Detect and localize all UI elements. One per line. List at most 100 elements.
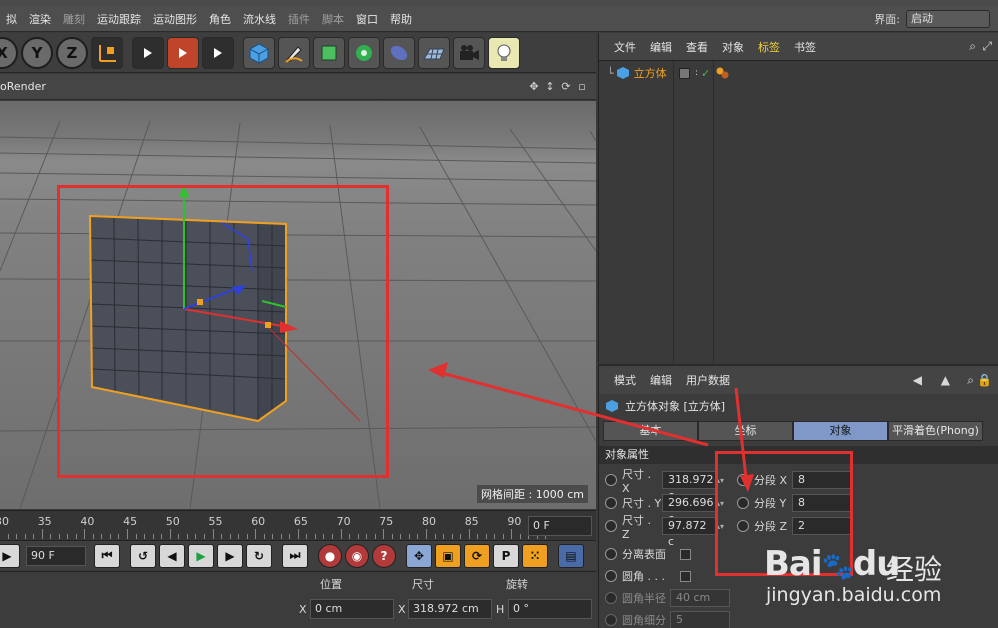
current-frame-field[interactable]: 0 F [528, 516, 592, 536]
record-parameter-button[interactable]: P [493, 543, 519, 568]
om-menu-edit[interactable]: 编辑 [643, 39, 679, 55]
menu-item-motion-tracking[interactable]: 运动跟踪 [91, 11, 147, 27]
menu-item-character[interactable]: 角色 [203, 11, 237, 27]
render-view-button[interactable] [132, 36, 164, 69]
x-axis-lock-button[interactable]: X [0, 36, 18, 69]
mograph-cloner-button[interactable] [348, 36, 380, 69]
render-picture-viewer-button[interactable] [167, 36, 199, 69]
animate-radio[interactable] [605, 548, 617, 560]
menu-item-pipeline[interactable]: 流水线 [237, 11, 282, 27]
tab-object[interactable]: 对象 [793, 421, 888, 441]
cube-object-button[interactable] [243, 36, 275, 69]
position-x-field[interactable]: 0 cm [310, 599, 394, 619]
previous-key-button[interactable]: ↺ [130, 543, 156, 568]
menu-item-sculpt[interactable]: 雕刻 [57, 11, 91, 27]
size-z-field[interactable]: 97.872 c [662, 517, 716, 548]
back-arrow-icon[interactable]: ◀ [913, 373, 922, 387]
menu-item-simulate[interactable]: 拟 [0, 11, 23, 27]
attr-menu-mode[interactable]: 模式 [607, 372, 643, 388]
menu-item-render[interactable]: 渲染 [23, 11, 57, 27]
maximize-view-icon[interactable]: ▫ [576, 79, 588, 93]
y-axis-lock-button[interactable]: Y [21, 36, 53, 69]
animate-radio[interactable] [605, 497, 617, 509]
keyframe-selection-button[interactable]: ? [372, 543, 396, 568]
render-settings-button[interactable] [202, 36, 234, 69]
expand-icon[interactable]: ⤢ [982, 39, 992, 54]
deformer-button[interactable] [383, 36, 415, 69]
autokey-button[interactable]: ◉ [345, 543, 369, 568]
animate-radio[interactable] [605, 570, 617, 582]
object-row-cube[interactable]: └ 立方体 : ✓ [599, 63, 998, 83]
lock-icon[interactable]: 🔒 [977, 373, 992, 387]
next-key-button[interactable]: ↻ [246, 543, 272, 568]
timeline[interactable]: 30 35 40 45 50 55 60 65 70 75 80 85 90 0 F [0, 510, 596, 540]
tab-phong[interactable]: 平滑着色(Phong) [888, 421, 983, 441]
om-menu-view[interactable]: 查看 [679, 39, 715, 55]
play-reverse-button[interactable]: ▶ [0, 543, 20, 568]
object-manager: 文件 编辑 查看 对象 标签 书签 ⌕ ⤢ └ 立方体 : ✓ [598, 33, 998, 363]
om-menu-tags[interactable]: 标签 [751, 39, 787, 55]
timeline-ruler[interactable]: 30 35 40 45 50 55 60 65 70 75 80 85 90 [0, 511, 547, 541]
z-axis-lock-button[interactable]: Z [56, 36, 88, 69]
size-y-label: 尺寸 . Y [622, 497, 662, 510]
enabled-check-icon[interactable]: ✓ [701, 67, 710, 80]
play-button[interactable]: ▶ [188, 543, 214, 568]
search-icon[interactable]: ⌕ [967, 373, 974, 388]
menu-item-help[interactable]: 帮助 [384, 11, 418, 27]
fillet-subdivision-field: 5 [670, 611, 730, 628]
record-position-button[interactable]: ✥ [406, 543, 432, 568]
attr-menu-edit[interactable]: 编辑 [643, 372, 679, 388]
coordinate-system-button[interactable] [91, 36, 123, 69]
object-name[interactable]: 立方体 [634, 65, 667, 81]
size-x-field[interactable]: 318.972 cm [408, 599, 492, 619]
separate-surfaces-checkbox[interactable] [680, 548, 691, 560]
menu-item-script[interactable]: 脚本 [316, 11, 350, 27]
attr-menu-userdata[interactable]: 用户数据 [679, 372, 737, 388]
fillet-radius-row: 圆角半径 40 cm [605, 588, 730, 608]
subdivision-button[interactable] [313, 36, 345, 69]
go-to-start-button[interactable]: ⏮ [94, 543, 120, 568]
camera-icon [460, 44, 479, 60]
fillet-checkbox[interactable] [680, 570, 691, 582]
timeline-tick-label: 50 [165, 515, 180, 528]
tab-basic[interactable]: 基本 [603, 421, 698, 441]
zoom-view-icon[interactable]: ↕ [544, 79, 556, 93]
light-button[interactable] [488, 36, 520, 69]
pen-spline-button[interactable] [278, 36, 310, 69]
camera-button[interactable] [453, 36, 485, 69]
layer-icon[interactable] [679, 67, 690, 79]
record-scale-button[interactable]: ▣ [435, 543, 461, 568]
rotate-view-icon[interactable]: ⟳ [560, 79, 572, 93]
size-x-label: X [398, 603, 406, 616]
menu-item-plugins[interactable]: 插件 [282, 11, 316, 27]
attribute-title: 立方体对象 [立方体] [605, 398, 725, 414]
material-tag-icon[interactable] [715, 66, 731, 80]
record-rotation-button[interactable]: ⟳ [464, 543, 490, 568]
size-x-field[interactable]: 318.972 c [662, 471, 716, 502]
record-point-level-button[interactable]: ⁙ [522, 543, 548, 568]
end-frame-field[interactable]: 90 F [26, 545, 86, 566]
timeline-tick-label: 65 [293, 515, 308, 528]
previous-frame-button[interactable]: ◀ [159, 543, 185, 568]
visibility-icon[interactable]: : [695, 68, 698, 78]
go-to-end-button[interactable]: ⏭ [282, 543, 308, 568]
animate-radio[interactable] [605, 474, 617, 486]
menu-item-mograph[interactable]: 运动图形 [147, 11, 203, 27]
move-view-icon[interactable]: ✥ [528, 79, 540, 93]
om-menu-objects[interactable]: 对象 [715, 39, 751, 55]
om-menu-bookmarks[interactable]: 书签 [787, 39, 823, 55]
layout-select[interactable]: 启动 [906, 10, 990, 28]
up-arrow-icon[interactable]: ▲ [941, 373, 950, 387]
search-icon[interactable]: ⌕ [969, 39, 976, 54]
timeline-tick-label: 60 [251, 515, 266, 528]
om-menu-file[interactable]: 文件 [607, 39, 643, 55]
floor-button[interactable] [418, 36, 450, 69]
rotation-h-field[interactable]: 0 ° [508, 599, 592, 619]
record-active-button[interactable]: ● [318, 543, 342, 568]
next-frame-button[interactable]: ▶ [217, 543, 243, 568]
menu-item-window[interactable]: 窗口 [350, 11, 384, 27]
tab-coordinates[interactable]: 坐标 [698, 421, 793, 441]
size-y-field[interactable]: 296.696 c [662, 494, 716, 525]
timeline-window-button[interactable]: ▤ [558, 543, 584, 568]
animate-radio[interactable] [605, 520, 617, 532]
